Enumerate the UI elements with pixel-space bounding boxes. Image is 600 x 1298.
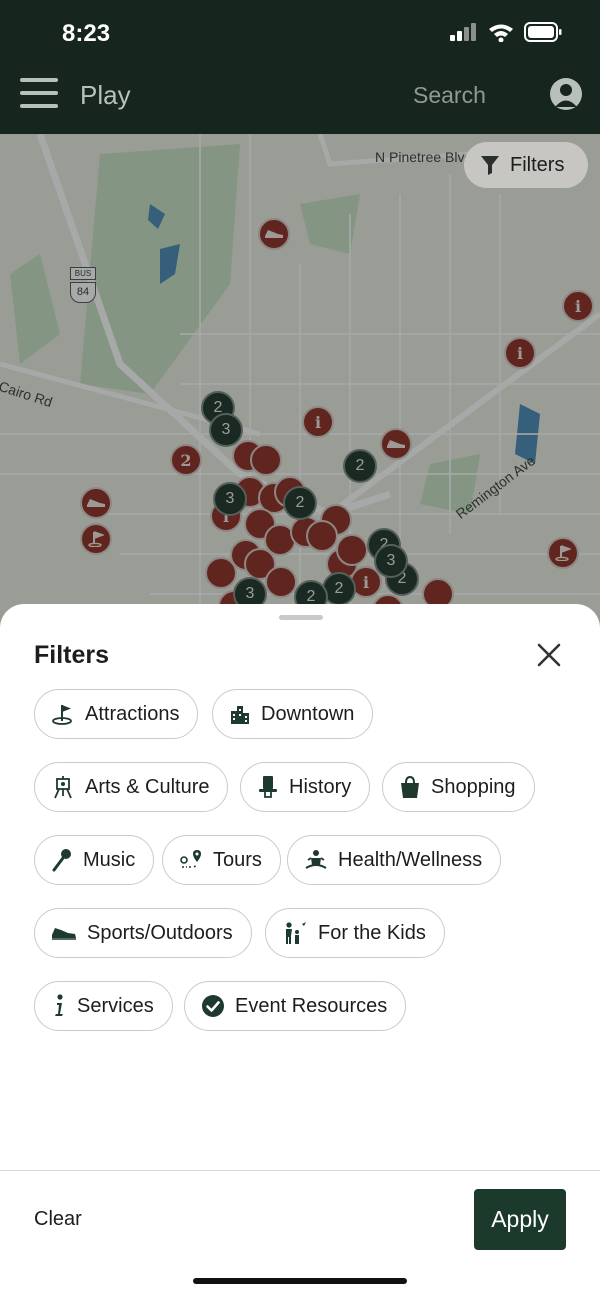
filter-chip-for-the-kids[interactable]: For the Kids xyxy=(265,908,445,958)
map-overlay xyxy=(0,134,600,634)
wifi-icon xyxy=(489,24,513,42)
filter-chip-event-resources[interactable]: Event Resources xyxy=(184,981,407,1031)
filter-chip-tours[interactable]: Tours xyxy=(162,835,281,885)
filter-chip-sports-outdoors[interactable]: Sports/Outdoors xyxy=(34,908,252,958)
filter-chip-music[interactable]: Music xyxy=(34,835,155,885)
footer-divider xyxy=(0,1170,600,1171)
filter-chip-label: Services xyxy=(77,994,154,1017)
filter-chip-health-wellness[interactable]: Health/Wellness xyxy=(287,835,502,885)
filter-chip-shopping[interactable]: Shopping xyxy=(382,762,535,812)
battery-icon xyxy=(524,22,562,42)
close-button[interactable] xyxy=(535,641,563,669)
status-bar: 8:23 xyxy=(0,0,600,64)
app-header: Play Search xyxy=(0,64,600,134)
buildings-icon xyxy=(231,706,249,724)
signal-icon xyxy=(450,23,476,41)
microphone-icon xyxy=(52,849,71,872)
status-time: 8:23 xyxy=(62,20,111,47)
filter-funnel-icon xyxy=(481,156,499,175)
home-indicator xyxy=(193,1278,407,1284)
filter-chip-label: Music xyxy=(83,848,136,871)
filter-chip-label: History xyxy=(289,775,352,798)
status-icons xyxy=(450,22,562,42)
close-icon xyxy=(537,643,561,667)
filters-button-label: Filters xyxy=(510,153,565,176)
filter-chip-label: Sports/Outdoors xyxy=(87,921,233,944)
filter-chip-label: For the Kids xyxy=(318,921,426,944)
filter-chip-label: Event Resources xyxy=(235,994,388,1017)
menu-icon[interactable] xyxy=(20,78,58,108)
meditation-icon xyxy=(305,850,327,869)
easel-icon xyxy=(54,776,72,799)
clear-button[interactable]: Clear xyxy=(34,1208,82,1231)
map-filters-button[interactable]: Filters xyxy=(464,142,588,188)
map-view[interactable]: N Pinetree Blvd Cairo Rd Remington Ave B… xyxy=(0,134,600,634)
account-icon[interactable] xyxy=(550,78,582,110)
sheet-title: Filters xyxy=(34,641,110,669)
filter-chip-attractions[interactable]: Attractions xyxy=(34,689,199,739)
filter-chip-history[interactable]: History xyxy=(240,762,371,812)
check-circle-icon xyxy=(202,995,224,1017)
info-icon xyxy=(55,994,63,1016)
top-hat-icon xyxy=(259,776,277,798)
page-title: Play xyxy=(80,80,131,110)
filter-chip-label: Arts & Culture xyxy=(85,775,210,798)
filter-chip-label: Health/Wellness xyxy=(338,848,483,871)
filter-chip-services[interactable]: Services xyxy=(34,981,173,1031)
family-icon xyxy=(286,922,306,944)
filter-chip-label: Attractions xyxy=(85,702,180,725)
map-pin-route-icon xyxy=(180,850,201,868)
filter-chip-arts-culture[interactable]: Arts & Culture xyxy=(34,762,229,812)
shopping-bag-icon xyxy=(401,775,419,798)
apply-button[interactable]: Apply xyxy=(474,1189,566,1250)
filter-chip-label: Tours xyxy=(213,848,262,871)
sneaker-icon xyxy=(52,928,76,940)
filter-chip-downtown[interactable]: Downtown xyxy=(212,689,374,739)
filters-sheet: Filters Attractions Downtown Arts & Cult… xyxy=(0,604,600,1298)
filter-chip-label: Downtown xyxy=(261,702,355,725)
golf-flag-icon xyxy=(52,705,72,725)
sheet-grabber[interactable] xyxy=(279,615,323,620)
filter-chip-label: Shopping xyxy=(431,775,516,798)
search-input[interactable]: Search xyxy=(413,82,486,109)
